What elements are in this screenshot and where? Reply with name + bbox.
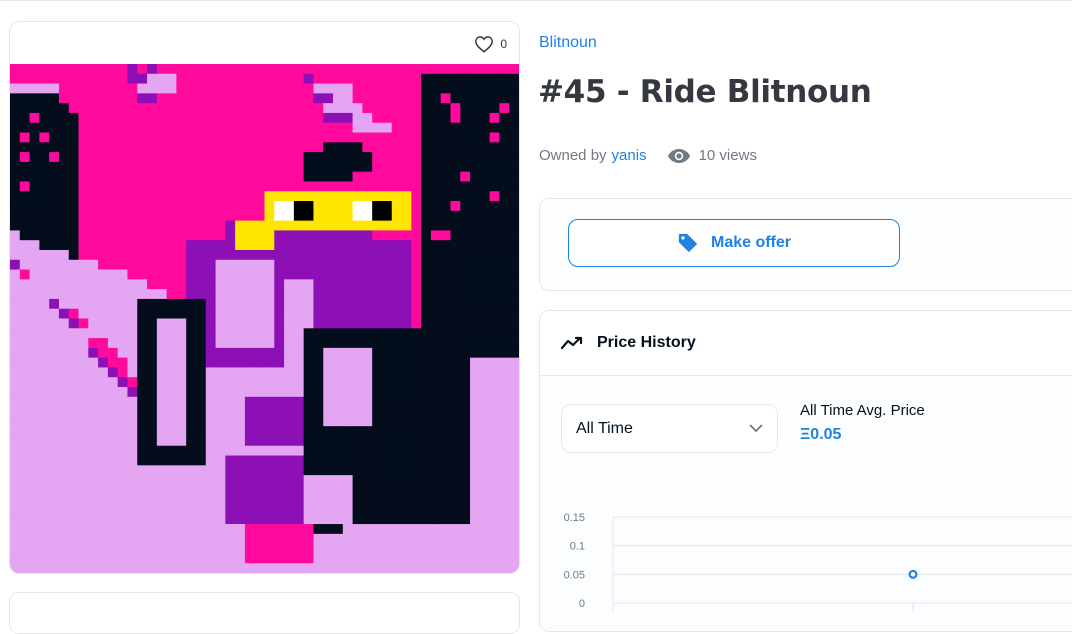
y-tick-label: 0.05 (564, 569, 585, 581)
price-point[interactable] (908, 569, 918, 579)
period-select-value: All Time (576, 419, 633, 437)
price-history-panel: Price History All Time All Time Avg. Pri… (539, 310, 1072, 632)
heart-icon (475, 36, 494, 53)
price-history-title: Price History (597, 334, 696, 351)
avg-price-label: All Time Avg. Price (800, 402, 925, 419)
avg-price-value: Ξ0.05 (800, 426, 842, 443)
nft-image[interactable] (10, 64, 519, 573)
price-history-header[interactable]: Price History (540, 311, 1072, 376)
description-card (9, 592, 520, 634)
tag-icon (678, 233, 698, 253)
views-count: 10 views (667, 147, 757, 164)
views-label: 10 views (698, 147, 757, 164)
price-history-body: All Time All Time Avg. Price Ξ0.05 0.15 0… (540, 376, 1072, 631)
eye-icon (667, 148, 690, 163)
price-history-chart: 0.15 0.1 0.05 0 (564, 512, 1072, 611)
collection-link[interactable]: Blitnoun (539, 34, 597, 52)
y-tick-label: 0.1 (570, 541, 585, 553)
media-card: 0 (9, 21, 520, 574)
owner-row: Owned by yanis 10 views (539, 147, 757, 164)
offer-panel: Make offer (539, 198, 1072, 291)
chevron-down-icon (749, 424, 763, 433)
make-offer-button[interactable]: Make offer (568, 219, 900, 267)
y-tick-label: 0 (579, 598, 585, 610)
media-header: 0 (10, 22, 519, 64)
period-select[interactable]: All Time (561, 404, 778, 453)
item-title: #45 - Ride Blitnoun (538, 74, 872, 110)
make-offer-label: Make offer (710, 234, 792, 251)
top-divider (0, 0, 1072, 1)
favorite-button[interactable]: 0 (474, 35, 507, 53)
owner-prefix: Owned by (539, 147, 607, 164)
owner-link[interactable]: yanis (612, 147, 647, 164)
trending-icon (561, 336, 583, 350)
favorite-count: 0 (500, 37, 507, 51)
y-tick-label: 0.15 (564, 512, 585, 524)
